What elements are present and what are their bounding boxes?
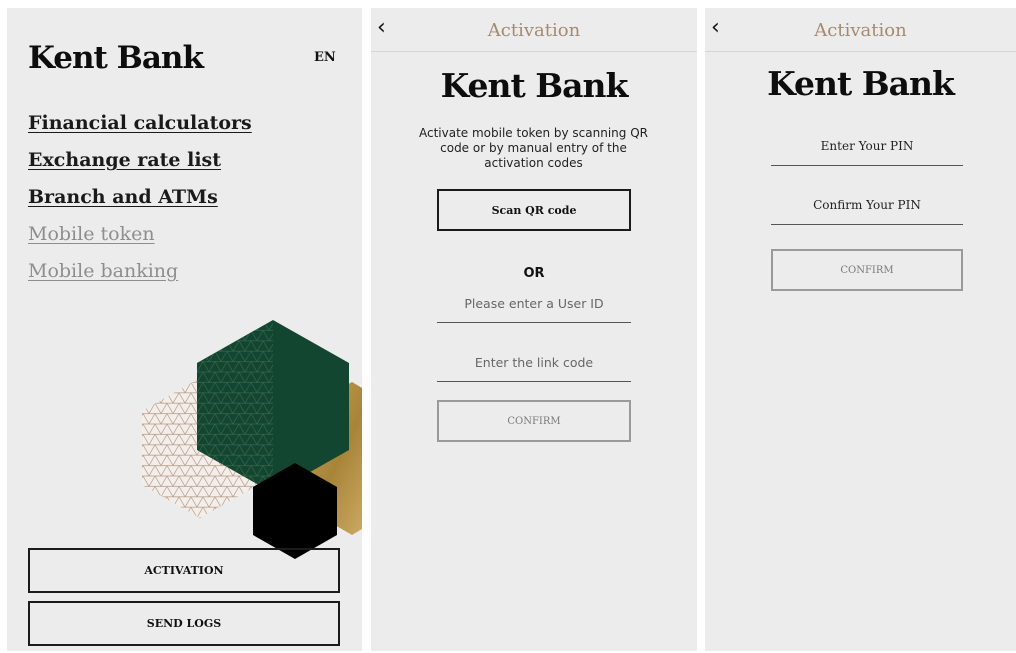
send-logs-button[interactable]: SEND LOGS (28, 601, 340, 646)
header-title: Activation (814, 20, 907, 41)
or-separator: OR (523, 266, 545, 281)
link-code-field[interactable]: Enter the link code (437, 355, 631, 382)
pin-screen: ‹ Activation Kent Bank Enter Your PIN Co… (705, 8, 1016, 651)
header-title: Activation (487, 20, 581, 41)
activation-button[interactable]: ACTIVATION (28, 548, 340, 593)
activation-description: Activate mobile token by scanning QR cod… (419, 126, 648, 170)
hexagon-illustration (142, 320, 362, 559)
header: ‹ Activation (705, 8, 1016, 52)
main-menu: Financial calculators Exchange rate list… (28, 112, 252, 297)
language-selector[interactable]: EN (314, 50, 336, 65)
pin-field[interactable]: Enter Your PIN (771, 139, 963, 166)
confirm-button[interactable]: CONFIRM (437, 400, 631, 442)
user-id-field[interactable]: Please enter a User ID (437, 296, 631, 323)
menu-item-mobile-banking[interactable]: Mobile banking (28, 260, 252, 282)
menu-item-exchange-rate-list[interactable]: Exchange rate list (28, 149, 252, 171)
main-menu-screen: Kent Bank EN Financial calculators Excha… (7, 8, 362, 651)
menu-item-mobile-token[interactable]: Mobile token (28, 223, 252, 245)
menu-item-branch-and-atms[interactable]: Branch and ATMs (28, 186, 252, 208)
header: ‹ Activation (371, 8, 697, 52)
bank-logo: Kent Bank (28, 40, 204, 76)
bank-logo: Kent Bank (440, 66, 629, 105)
bank-logo: Kent Bank (767, 64, 955, 103)
menu-item-financial-calculators[interactable]: Financial calculators (28, 112, 252, 134)
confirm-pin-button[interactable]: CONFIRM (771, 249, 963, 291)
activation-screen: ‹ Activation Kent Bank Activate mobile t… (371, 8, 697, 651)
confirm-pin-field[interactable]: Confirm Your PIN (771, 198, 963, 225)
scan-qr-button[interactable]: Scan QR code (437, 189, 631, 231)
